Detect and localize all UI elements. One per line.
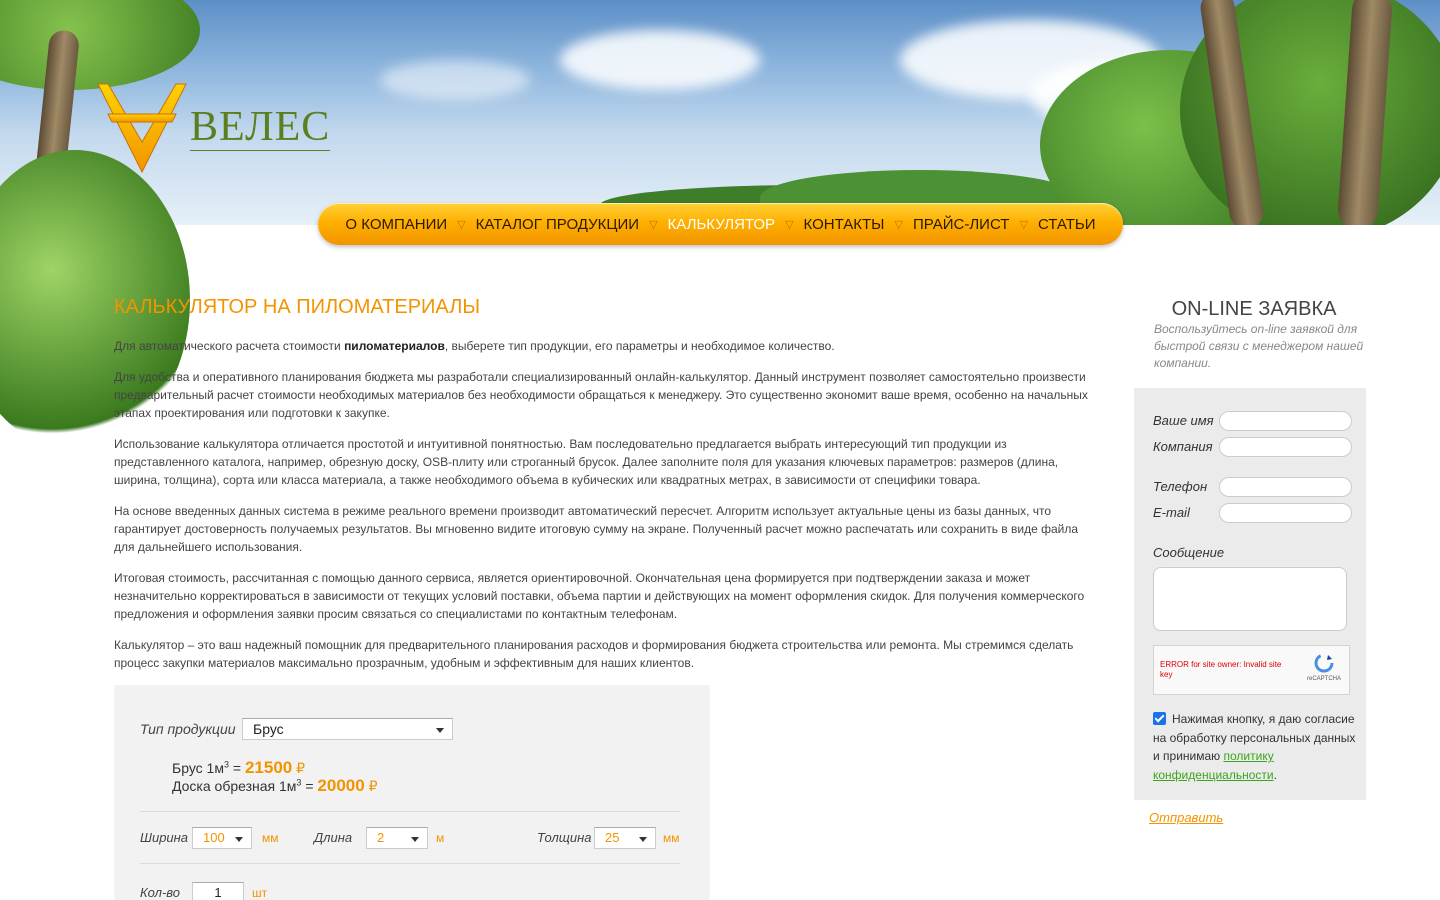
sidebar-subtitle: Воспользуйтесь on-line заявкой для быстр… (1154, 322, 1364, 370)
price-value: 21500 (244, 758, 293, 777)
ruble-icon: ₽ (296, 760, 306, 776)
quantity-unit: шт (252, 886, 268, 900)
consent-block: Нажимая кнопку, я даю согласие на обрабо… (1153, 712, 1356, 782)
recaptcha-icon: reCAPTCHA (1307, 652, 1341, 682)
nav-separator-icon: ▽ (785, 218, 794, 231)
width-select[interactable]: 100 (192, 827, 252, 849)
price-line-1: Брус 1м3 = 21500 ₽ (172, 758, 306, 777)
email-field[interactable] (1219, 503, 1352, 523)
phone-label: Телефон (1153, 479, 1208, 494)
nav-separator-icon: ▽ (1019, 218, 1028, 231)
company-field[interactable] (1219, 437, 1352, 457)
nav-separator-icon: ▽ (457, 218, 466, 231)
price-line-2: Доска обрезная 1м3 = 20000 ₽ (172, 776, 378, 795)
nav-item[interactable]: КАТАЛОГ ПРОДУКЦИИ (468, 216, 647, 233)
width-label: Ширина (140, 830, 189, 845)
divider (140, 863, 680, 864)
nav-item[interactable]: КАЛЬКУЛЯТОР (660, 216, 784, 233)
paragraph: Использование калькулятора отличается пр… (114, 437, 1059, 487)
name-label: Ваше имя (1153, 413, 1214, 428)
thickness-label: Толщина (537, 830, 592, 845)
paragraph: Итоговая стоимость, рассчитанная с помощ… (114, 571, 1085, 621)
sidebar-title: ON-LINE ЗАЯВКА (1171, 298, 1337, 320)
nav-item[interactable]: КОНТАКТЫ (796, 216, 893, 233)
chevron-down-icon (411, 837, 419, 842)
quantity-input[interactable]: 1 (192, 882, 244, 900)
nav-item[interactable]: О КОМПАНИИ (337, 216, 455, 233)
chevron-down-icon (235, 837, 243, 842)
message-textarea[interactable] (1153, 567, 1347, 631)
site-logo[interactable]: ВЕЛЕС (96, 82, 336, 174)
paragraph: Для удобства и оперативного планирования… (114, 370, 1088, 420)
price-value: 20000 (317, 776, 365, 795)
consent-checkbox[interactable] (1153, 712, 1166, 725)
nav-separator-icon: ▽ (894, 218, 903, 231)
page-title: КАЛЬКУЛЯТОР НА ПИЛОМАТЕРИАЛЫ (114, 296, 481, 318)
thickness-select[interactable]: 25 (594, 827, 656, 849)
product-type-label: Тип продукции (140, 721, 236, 737)
main-content: КАЛЬКУЛЯТОР НА ПИЛОМАТЕРИАЛЫ Для автомат… (114, 296, 1094, 685)
intro-paragraph: Для автоматического расчета стоимости пи… (114, 339, 835, 353)
ruble-icon: ₽ (368, 778, 378, 794)
name-field[interactable] (1219, 411, 1352, 431)
captcha-error: ERROR for site owner: Invalid site key (1160, 660, 1282, 679)
length-unit: м (436, 831, 445, 845)
chevron-down-icon (639, 837, 647, 842)
divider (140, 811, 680, 812)
logo-text: ВЕЛЕС (190, 104, 331, 151)
thickness-unit: мм (663, 831, 680, 845)
intro-bold: пиломатериалов (344, 339, 445, 353)
phone-field[interactable] (1219, 477, 1352, 497)
quantity-label: Кол-во (140, 885, 180, 900)
nav-separator-icon: ▽ (649, 218, 658, 231)
main-navigation: О КОМПАНИИ ▽ КАТАЛОГ ПРОДУКЦИИ ▽ КАЛЬКУЛЯТОР… (318, 203, 1123, 245)
calculator-panel: Тип продукции Брус Брус 1м3 = 21500 ₽ До… (114, 685, 710, 900)
paragraph: Калькулятор – это ваш надежный помощник … (114, 638, 1074, 670)
nav-item[interactable]: ПРАЙС-ЛИСТ (905, 216, 1018, 233)
paragraph: На основе введенных данных система в реж… (114, 504, 1079, 554)
email-label: E-mail (1153, 505, 1190, 520)
company-label: Компания (1153, 439, 1213, 454)
request-form: Ваше имя Компания Телефон E-mail Сообщен… (1134, 388, 1366, 800)
product-type-select[interactable]: Брус (242, 718, 453, 740)
submit-link[interactable]: Отправить (1149, 810, 1223, 825)
width-unit: мм (262, 831, 279, 845)
veles-logo-icon (97, 83, 187, 174)
recaptcha-widget[interactable]: ERROR for site owner: Invalid site key r… (1153, 645, 1350, 695)
message-label: Сообщение (1153, 545, 1225, 560)
length-select[interactable]: 2 (366, 827, 428, 849)
length-label: Длина (314, 830, 353, 845)
chevron-down-icon (436, 728, 444, 733)
nav-item[interactable]: СТАТЬИ (1030, 216, 1104, 233)
